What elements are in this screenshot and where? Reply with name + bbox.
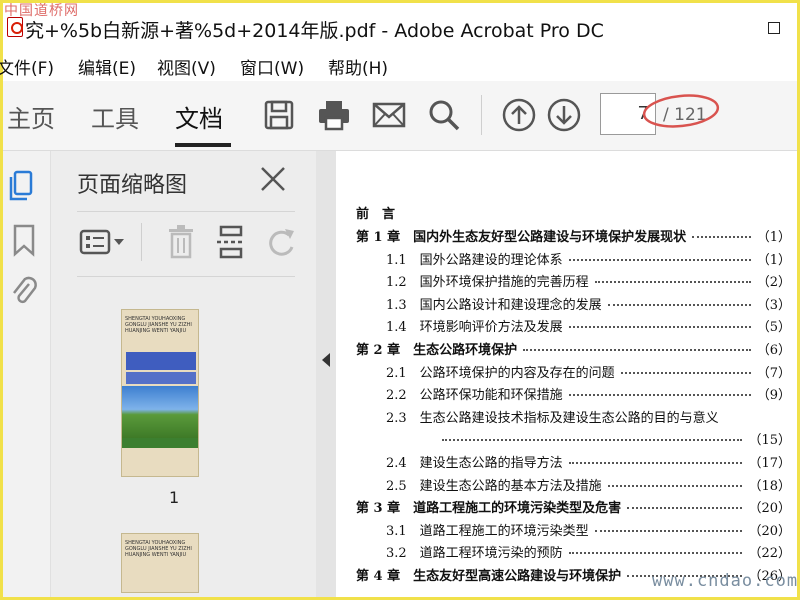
collapse-panel-icon[interactable] bbox=[322, 353, 330, 367]
toc-entry-label[interactable]: 第 1 章 国内外生态友好型公路建设与环境保护发展现状 bbox=[356, 226, 686, 245]
toc-header: 前 言 bbox=[356, 207, 396, 222]
arrow-down-icon[interactable] bbox=[546, 97, 582, 133]
thumbnail-cover-text: SHENGTAI YOUHAOXING GONGLU JIANSHE YU ZI… bbox=[125, 316, 192, 334]
thumbnail-cover-subtitle bbox=[126, 372, 196, 384]
watermark-url: www.cndao.com bbox=[652, 571, 799, 591]
toc-entry-page: （9） bbox=[756, 388, 791, 404]
toolbar-separator bbox=[481, 95, 482, 135]
search-icon[interactable] bbox=[426, 97, 462, 133]
toc-leader-dots bbox=[568, 258, 751, 261]
panel-title: 页面缩略图 bbox=[77, 173, 188, 198]
attachment-icon[interactable] bbox=[9, 276, 39, 310]
toc-entry-label[interactable]: 3.2 道路工程环境污染的预防 bbox=[386, 542, 563, 561]
delete-icon[interactable] bbox=[163, 223, 199, 261]
thumbnail-cover-band bbox=[122, 438, 198, 448]
menu-help[interactable]: 帮助(H) bbox=[328, 54, 388, 79]
toc-entry-label[interactable]: 3.1 道路工程施工的环境污染类型 bbox=[386, 520, 589, 539]
toolbar: 主页 工具 文档 7 / 121 bbox=[3, 81, 797, 151]
page-thumbnails-icon[interactable] bbox=[9, 169, 39, 203]
thumbnail-page-number: 1 bbox=[169, 488, 180, 507]
toc-leader-dots bbox=[523, 349, 751, 351]
annotation-ellipse bbox=[642, 94, 720, 128]
toc-leader-dots bbox=[568, 462, 743, 464]
tab-tools[interactable]: 工具 bbox=[91, 99, 139, 134]
toc-leader-dots bbox=[594, 529, 743, 532]
toc-leader-dots bbox=[692, 236, 751, 238]
page-thumbnails-panel: 页面缩略图 SHENGTAI YOUHAOXING GONGLU JIANSHE… bbox=[51, 151, 354, 597]
toc-leader-dots bbox=[607, 484, 743, 487]
toc-entry-label[interactable]: 第 4 章 生态友好型高速公路建设与环境保护 bbox=[356, 565, 621, 584]
divider bbox=[77, 276, 295, 277]
tab-document[interactable]: 文档 bbox=[175, 99, 223, 134]
arrow-up-icon[interactable] bbox=[501, 97, 537, 133]
panel-splitter[interactable] bbox=[316, 151, 336, 597]
menu-window[interactable]: 窗口(W) bbox=[240, 54, 304, 79]
window-title: 究+%5b白新源+著%5d+2014年版.pdf - Adobe Acrobat… bbox=[25, 20, 604, 42]
toc-entry-page: （5） bbox=[756, 320, 791, 336]
toc-leader-dots bbox=[442, 439, 743, 442]
document-view[interactable]: 前 言 第 1 章 国内外生态友好型公路建设与环境保护发展现状 （1） 1.1 国外… bbox=[336, 151, 797, 597]
toc-leader-dots bbox=[607, 303, 751, 306]
toc-entry-page: （20） bbox=[748, 501, 791, 517]
toc-leader-dots bbox=[627, 507, 743, 510]
toc-entry-label[interactable]: 2.2 公路环保功能和环保措施 bbox=[386, 384, 563, 403]
toc-entry-page: （6） bbox=[756, 343, 791, 358]
toc-entry-page: （1） bbox=[756, 252, 791, 268]
pdf-file-icon bbox=[7, 17, 23, 37]
menu-view[interactable]: 视图(V) bbox=[157, 54, 216, 79]
toc-entry-page: （17） bbox=[748, 456, 791, 471]
menu-bar: 文件(F) 编辑(E) 视图(V) 窗口(W) 帮助(H) bbox=[0, 49, 797, 81]
toc-entry-label[interactable]: 1.1 国外公路建设的理论体系 bbox=[386, 249, 563, 268]
watermark-logo: 中国道桥网 bbox=[4, 3, 79, 19]
toc-leader-dots bbox=[568, 552, 743, 555]
toc-leader-dots bbox=[620, 371, 751, 374]
toc-entry-page: （20） bbox=[748, 523, 791, 539]
toc-entry-label[interactable]: 1.3 国内公路设计和建设理念的发展 bbox=[386, 294, 602, 313]
toc-entry-label[interactable]: 1.2 国外环境保护措施的完善历程 bbox=[386, 271, 589, 290]
toc-leader-dots bbox=[568, 394, 751, 397]
menu-edit[interactable]: 编辑(E) bbox=[78, 54, 136, 79]
close-icon[interactable] bbox=[259, 165, 287, 193]
toc-entry-label[interactable]: 2.3 生态公路建设技术指标及建设生态公路的目的与意义 bbox=[386, 407, 719, 426]
title-bar: 究+%5b白新源+著%5d+2014年版.pdf - Adobe Acrobat… bbox=[3, 3, 797, 49]
toolbar-separator bbox=[141, 223, 142, 261]
toc-leader-dots bbox=[594, 281, 751, 284]
email-icon[interactable] bbox=[371, 97, 407, 133]
toc-entry-label[interactable]: 第 3 章 道路工程施工的环境污染类型及危害 bbox=[356, 497, 621, 516]
save-icon[interactable] bbox=[261, 97, 297, 133]
print-icon[interactable] bbox=[316, 97, 352, 133]
tab-home[interactable]: 主页 bbox=[7, 99, 55, 134]
bookmark-icon[interactable] bbox=[9, 223, 39, 257]
maximize-button[interactable] bbox=[768, 22, 780, 34]
toc-entry-page: （1） bbox=[756, 230, 791, 245]
thumbnail-cover-image bbox=[122, 386, 198, 438]
page-thumbnail[interactable]: SHENGTAI YOUHAOXING GONGLU JIANSHE YU ZI… bbox=[121, 533, 199, 593]
thumbnail-cover-text: SHENGTAI YOUHAOXING GONGLU JIANSHE YU ZI… bbox=[125, 540, 192, 558]
extract-pages-icon[interactable] bbox=[213, 223, 249, 261]
toc-entry-page: （7） bbox=[756, 365, 791, 381]
toc-entry-page: （18） bbox=[748, 478, 791, 494]
toc-entry-label[interactable]: 2.5 建设生态公路的基本方法及措施 bbox=[386, 475, 602, 494]
thumbnail-cover-title bbox=[126, 352, 196, 370]
toc-entry-page: （22） bbox=[748, 546, 791, 562]
toc-leader-dots bbox=[568, 326, 751, 329]
toc-entry-label[interactable]: 2.1 公路环境保护的内容及存在的问题 bbox=[386, 362, 615, 381]
options-menu-icon[interactable] bbox=[79, 223, 127, 261]
toc-entry-label[interactable]: 1.4 环境影响评价方法及发展 bbox=[386, 316, 563, 335]
toc-entry-page: （2） bbox=[756, 275, 791, 291]
navigation-rail bbox=[3, 151, 51, 597]
toc-entry-label[interactable]: 第 2 章 生态公路环境保护 bbox=[356, 339, 517, 358]
menu-file[interactable]: 文件(F) bbox=[0, 54, 54, 79]
page-thumbnail[interactable]: SHENGTAI YOUHAOXING GONGLU JIANSHE YU ZI… bbox=[121, 309, 199, 477]
toc-entry-label[interactable]: 2.4 建设生态公路的指导方法 bbox=[386, 452, 563, 471]
divider bbox=[77, 211, 295, 212]
rotate-icon[interactable] bbox=[263, 223, 299, 261]
toc-entry-page: （15） bbox=[748, 433, 791, 449]
active-tab-indicator bbox=[175, 143, 231, 147]
toc-entry-page: （3） bbox=[756, 297, 791, 313]
